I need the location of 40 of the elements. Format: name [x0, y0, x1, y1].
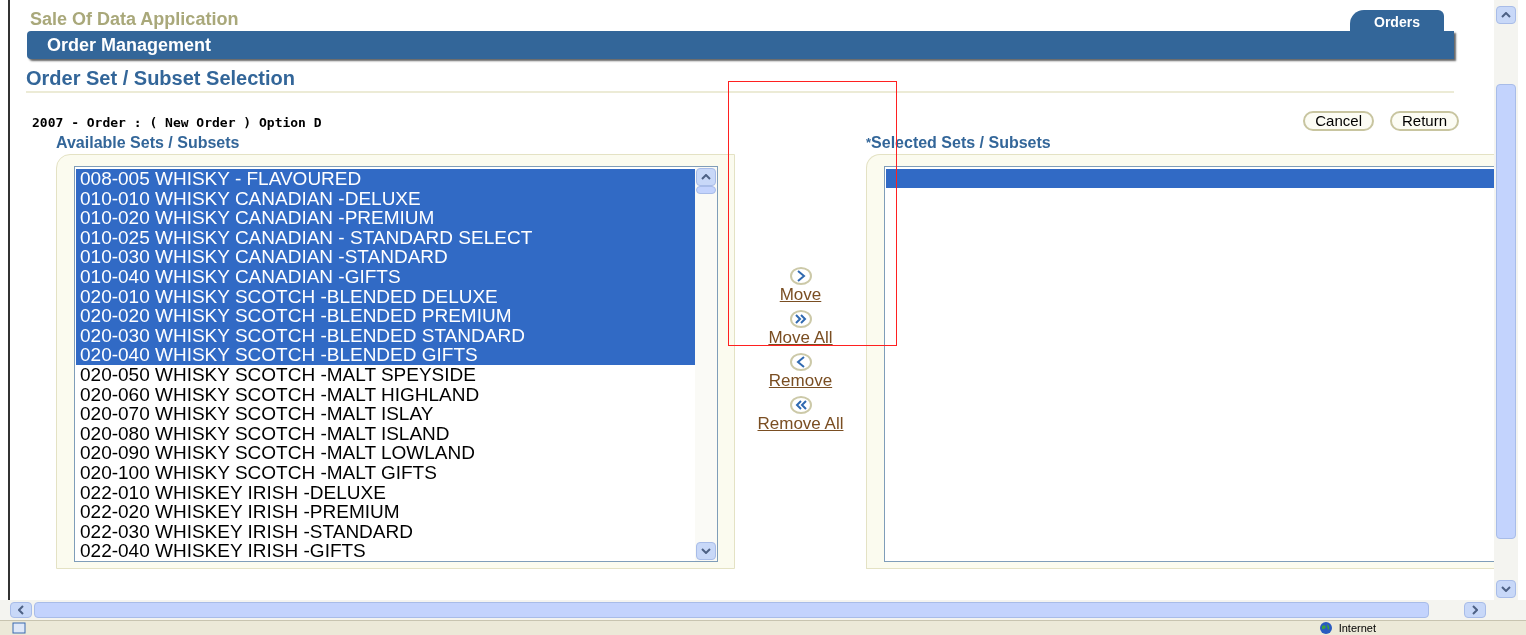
list-option[interactable]: 010-040 WHISKY CANADIAN -GIFTS	[76, 266, 695, 287]
scroll-right-icon[interactable]	[1464, 602, 1486, 618]
vertical-scrollbar[interactable]	[1494, 0, 1518, 600]
required-mark: *	[866, 134, 872, 152]
scroll-left-icon[interactable]	[10, 602, 32, 618]
scroll-down-icon[interactable]	[1496, 580, 1516, 598]
page-icon	[12, 622, 26, 634]
list-option[interactable]: 010-020 WHISKY CANADIAN -PREMIUM	[76, 208, 695, 228]
order-info: 2007 - Order : ( New Order ) Option D	[32, 115, 322, 131]
scroll-up-icon[interactable]	[696, 168, 716, 186]
shuttle-link[interactable]: Remove All	[757, 414, 844, 433]
scroll-up-icon[interactable]	[1496, 6, 1516, 24]
return-button[interactable]: Return	[1389, 111, 1459, 131]
status-zone-text: Internet	[1338, 622, 1376, 634]
app-title: Sale Of Data Application	[30, 9, 239, 29]
shuttle-link[interactable]: Remove	[768, 371, 833, 390]
list-option[interactable]: 020-040 WHISKY SCOTCH -BLENDED GIFTS	[76, 345, 695, 365]
orders-tab[interactable]: Orders	[1350, 10, 1444, 31]
double-chevron-right-icon[interactable]	[789, 310, 812, 328]
list-option[interactable]: 008-005 WHISKY - FLAVOURED	[76, 169, 695, 189]
list-option[interactable]: 010-025 WHISKY CANADIAN - STANDARD SELECT	[76, 227, 695, 248]
list-option[interactable]: 020-020 WHISKY SCOTCH -BLENDED PREMIUM	[76, 306, 695, 326]
globe-icon	[1318, 621, 1333, 635]
cancel-button[interactable]: Cancel	[1303, 111, 1374, 131]
list-option[interactable]: 010-010 WHISKY CANADIAN -DELUXE	[76, 188, 695, 209]
scroll-thumb[interactable]	[1496, 84, 1516, 539]
horizontal-scrollbar[interactable]	[34, 602, 1429, 618]
shuttle-link[interactable]: Move All	[768, 328, 833, 347]
list-option[interactable]: 020-030 WHISKY SCOTCH -BLENDED STANDARD	[76, 325, 695, 346]
section-title: Order Management	[47, 33, 212, 57]
list-heading: Available Sets / Subsets	[56, 133, 241, 153]
shuttle-link[interactable]: Move	[779, 285, 822, 304]
list-option[interactable]: 010-030 WHISKY CANADIAN -STANDARD	[76, 247, 695, 267]
scroll-thumb[interactable]	[696, 186, 716, 194]
scroll-down-icon[interactable]	[696, 542, 716, 560]
list-option[interactable]: 020-010 WHISKY SCOTCH -BLENDED DELUXE	[76, 286, 695, 307]
chevron-left-icon[interactable]	[789, 353, 812, 371]
page-title: Order Set / Subset Selection	[26, 66, 296, 90]
double-chevron-left-icon[interactable]	[789, 396, 812, 414]
chevron-right-icon[interactable]	[789, 267, 812, 285]
